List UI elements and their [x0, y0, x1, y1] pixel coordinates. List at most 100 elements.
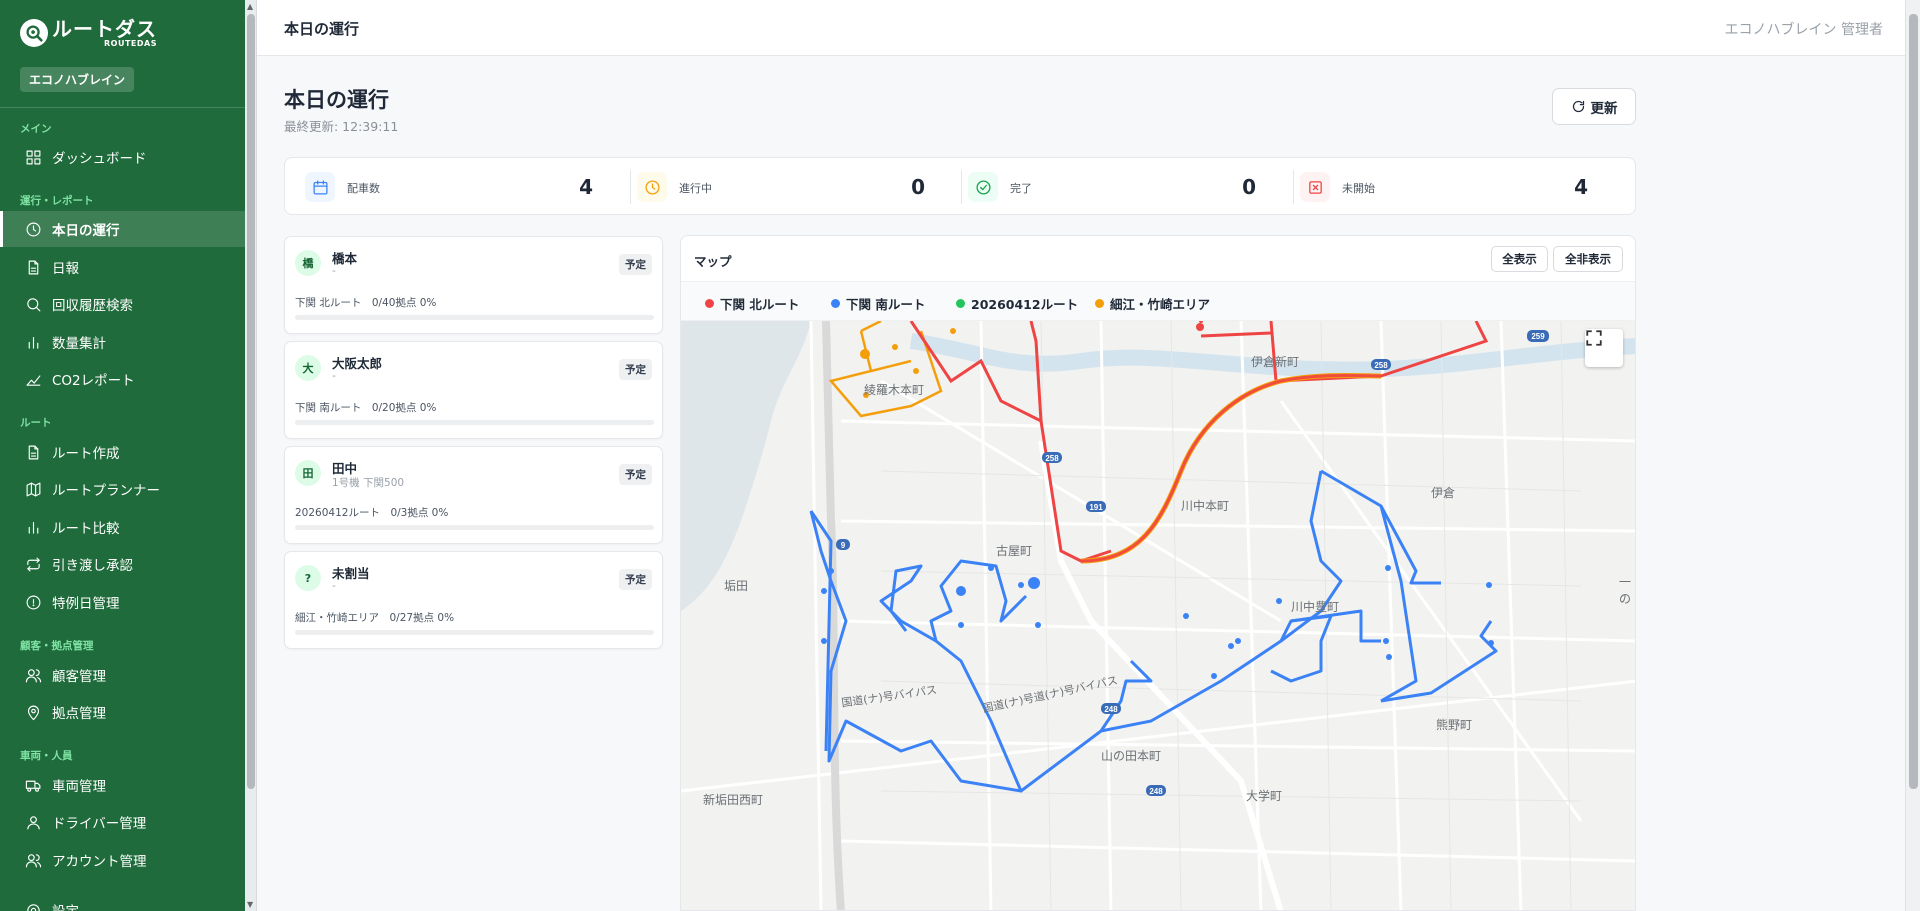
sidebar-item-label: ルートプランナー: [52, 483, 160, 499]
legend-label: 20260412ルート: [971, 297, 1079, 312]
progress-bar: [295, 315, 654, 320]
last-updated-time: 最終更新: 12:39:11: [284, 119, 399, 134]
status-badge: 予定: [619, 464, 652, 485]
route-progress-text: 細江・竹崎エリア 0/27拠点 0%: [295, 612, 455, 624]
topbar-title: 本日の運行: [284, 20, 360, 38]
road-shield-9: 9: [841, 541, 846, 550]
vehicle-card[interactable]: 大 大阪太郎 - 予定 下関 南ルート 0/20拠点 0%: [284, 341, 663, 439]
sidebar-item-settings[interactable]: 設定: [0, 892, 245, 911]
grid-icon: [24, 148, 42, 166]
sidebar-item-today-operations[interactable]: 本日の運行: [0, 211, 245, 247]
sidebar-item-collection-search[interactable]: 回収履歴検索: [0, 286, 245, 322]
sidebar-item-label: ダッシュボード: [52, 151, 147, 167]
sidebar-item-co2-report[interactable]: CO2レポート: [0, 361, 245, 397]
refresh-button[interactable]: 更新: [1552, 88, 1636, 125]
sidebar-item-customers[interactable]: 顧客管理: [0, 657, 245, 693]
page-scrollbar[interactable]: [1905, 0, 1920, 911]
vehicle-info: 1号機 下関500: [332, 477, 405, 489]
search-icon: [24, 295, 42, 313]
pin-icon: [24, 703, 42, 721]
sidebar-item-route-planner[interactable]: ルートプランナー: [0, 471, 245, 507]
stat-not-started: 未開始 4: [1280, 158, 1612, 216]
sidebar-item-label: 拠点管理: [52, 706, 106, 722]
legend-item-south-route[interactable]: 下関 南ルート: [831, 294, 925, 313]
sidebar-item-label: アカウント管理: [52, 854, 147, 870]
avatar: 大: [295, 355, 321, 381]
search-pin-icon: [20, 19, 48, 47]
place-label: 伊倉新町: [1251, 355, 1300, 369]
current-user[interactable]: エコノハブレイン 管理者: [1725, 19, 1883, 39]
document-icon: [24, 258, 42, 276]
sidebar-item-dashboard[interactable]: ダッシュボード: [0, 139, 245, 175]
route-progress-text: 下関 北ルート 0/40拠点 0%: [295, 297, 437, 309]
sidebar-divider: [0, 107, 245, 108]
place-label: 垢田: [724, 579, 749, 593]
sidebar-item-drivers[interactable]: ドライバー管理: [0, 804, 245, 840]
stops-north: [1196, 321, 1204, 331]
topbar: 本日の運行 エコノハブレイン 管理者: [257, 0, 1905, 56]
refresh-icon: [1572, 100, 1584, 113]
avatar: 橋: [295, 250, 321, 276]
hide-all-button[interactable]: 全非表示: [1553, 246, 1623, 272]
sidebar-item-route-compare[interactable]: ルート比較: [0, 509, 245, 545]
sidebar-item-accounts[interactable]: アカウント管理: [0, 842, 245, 878]
clock-icon: [24, 220, 42, 238]
status-badge: 予定: [619, 359, 652, 380]
user-icon: [24, 813, 42, 831]
sidebar-item-special-days[interactable]: 特例日管理: [0, 584, 245, 620]
scroll-down-icon[interactable]: ▼: [247, 900, 253, 909]
sidebar-item-quantity-summary[interactable]: 数量集計: [0, 324, 245, 360]
scroll-up-icon[interactable]: ▲: [247, 2, 253, 11]
show-all-button[interactable]: 全表示: [1491, 246, 1548, 272]
legend-item-north-route[interactable]: 下関 北ルート: [705, 294, 799, 313]
sidebar-scroll-thumb[interactable]: [247, 14, 255, 789]
sidebar-item-route-create[interactable]: ルート作成: [0, 434, 245, 470]
bar-chart-icon: [24, 333, 42, 351]
document-icon: [24, 443, 42, 461]
vehicle-info: -: [332, 370, 336, 382]
vehicle-card[interactable]: ? 未割当 - 予定 細江・竹崎エリア 0/27拠点 0%: [284, 551, 663, 649]
vehicle-info: -: [332, 265, 336, 277]
section-label-operations: 運行・レポート: [20, 195, 94, 207]
legend-item-20260412-route[interactable]: 20260412ルート: [956, 294, 1078, 313]
road-shield-248: 248: [1149, 787, 1163, 796]
sidebar-item-locations[interactable]: 拠点管理: [0, 694, 245, 730]
sidebar-item-label: 数量集計: [52, 336, 106, 352]
x-square-icon: [1300, 172, 1330, 202]
refresh-label: 更新: [1590, 100, 1618, 117]
sidebar-item-label: 引き渡し承認: [52, 558, 133, 574]
place-label: 川中本町: [1181, 499, 1230, 513]
users-icon: [24, 666, 42, 684]
road-shield-248: 248: [1104, 705, 1118, 714]
progress-bar: [295, 420, 654, 425]
driver-name: 未割当: [332, 566, 370, 581]
sidebar-item-daily-report[interactable]: 日報: [0, 249, 245, 285]
sidebar-item-label: 設定: [52, 900, 79, 911]
progress-bar: [295, 630, 654, 635]
sidebar-item-label: 本日の運行: [52, 223, 120, 239]
stats-bar: 配車数 4 進行中 0 完了 0 未開始 4: [284, 157, 1636, 215]
route-map[interactable]: 259 258 258 191 9 248 248 伊倉新町 綾羅木本町 川中本…: [681, 321, 1635, 910]
brand-logo[interactable]: ルートダス ROUTEDAS: [20, 18, 157, 48]
sidebar-scrollbar[interactable]: ▲ ▼: [245, 0, 257, 911]
tenant-badge: エコノハブレイン: [20, 67, 135, 92]
map-icon: [24, 480, 42, 498]
legend-dot: [705, 299, 714, 308]
progress-bar: [295, 525, 654, 530]
route-legend: 下関 北ルート 下関 南ルート 20260412ルート 細江・竹崎エリア: [681, 281, 1635, 321]
avatar: ?: [295, 565, 321, 591]
place-label: 山の田本町: [1101, 749, 1162, 763]
page-scroll-thumb[interactable]: [1909, 14, 1918, 789]
vehicle-card[interactable]: 橋 橋本 - 予定 下関 北ルート 0/40拠点 0%: [284, 236, 663, 334]
place-label: 新垢田西町: [703, 793, 764, 807]
place-label: 伊倉: [1431, 486, 1456, 500]
stat-dispatch-count: 配車数 4: [285, 158, 617, 216]
vehicle-card[interactable]: 田 田中 1号機 下関500 予定 20260412ルート 0/3拠点 0%: [284, 446, 663, 544]
status-badge: 予定: [619, 254, 652, 275]
sidebar-item-handover-approval[interactable]: 引き渡し承認: [0, 546, 245, 582]
legend-label: 細江・竹崎エリア: [1110, 297, 1211, 312]
legend-label: 下関 南ルート: [846, 297, 926, 312]
fullscreen-button[interactable]: [1585, 329, 1623, 367]
legend-item-hosoe-area[interactable]: 細江・竹崎エリア: [1095, 294, 1210, 313]
sidebar-item-vehicles[interactable]: 車両管理: [0, 767, 245, 803]
